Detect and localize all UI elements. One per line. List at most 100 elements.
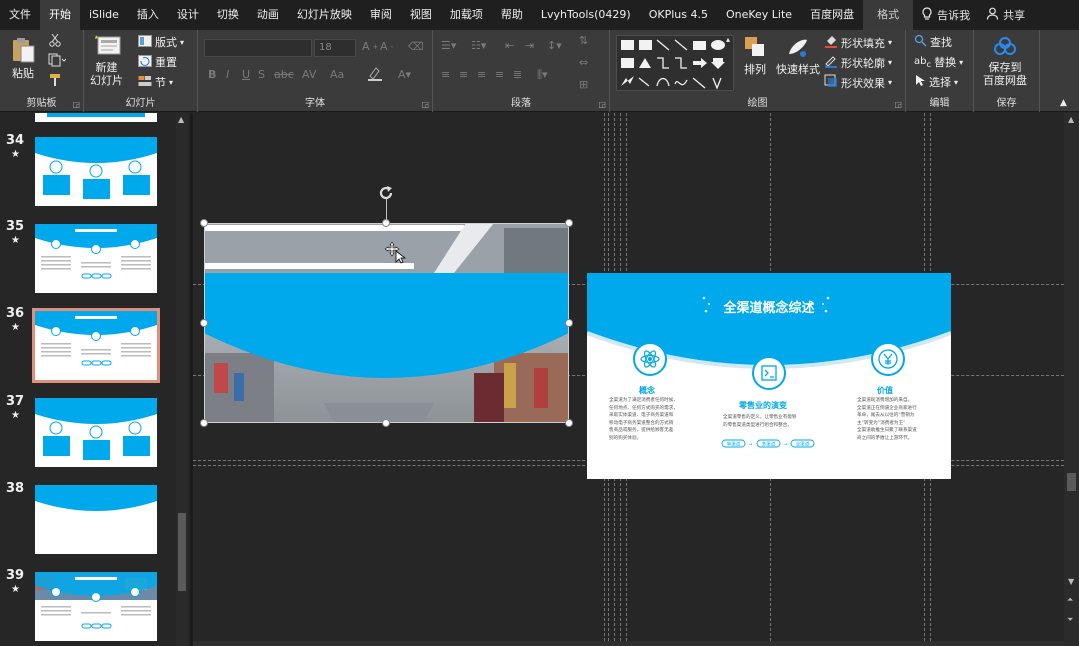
tab-okplus[interactable]: OKPlus 4.5	[640, 0, 717, 30]
arrange-icon	[742, 34, 768, 63]
resize-handle[interactable]	[200, 419, 208, 427]
thumbnail-scrollbar[interactable]: ▲	[176, 113, 188, 646]
justify-icon[interactable]: ≡	[495, 68, 504, 81]
previous-slide-icon[interactable]: ⏶	[1067, 595, 1073, 605]
tab-animations[interactable]: 动画	[248, 0, 288, 30]
shape-fill-button[interactable]: 形状填充 ▾	[824, 34, 892, 51]
tab-file[interactable]: 文件	[0, 0, 40, 30]
copy-icon[interactable]	[48, 53, 66, 67]
tab-view[interactable]: 视图	[401, 0, 441, 30]
align-left-icon[interactable]: ≡	[441, 68, 450, 81]
tab-slideshow[interactable]: 幻灯片放映	[288, 0, 361, 30]
cut-icon[interactable]	[48, 33, 62, 47]
scroll-up-icon[interactable]: ▲	[1068, 115, 1074, 124]
bullets-icon[interactable]: ☰▾	[441, 39, 456, 52]
shrink-font-icon[interactable]: A-	[380, 40, 393, 53]
increase-indent-icon[interactable]: ⇥	[525, 39, 534, 52]
tab-design[interactable]: 设计	[168, 0, 208, 30]
smartart-icon[interactable]: ⊞	[579, 78, 588, 91]
underline-icon[interactable]: U	[242, 68, 250, 81]
font-size-field[interactable]: 18	[314, 39, 356, 57]
tab-format[interactable]: 格式	[863, 0, 914, 30]
tell-me-button[interactable]: 告诉我	[913, 0, 978, 30]
share-button[interactable]: 共享	[978, 0, 1033, 30]
numbering-icon[interactable]: ☷▾	[471, 39, 486, 52]
column-text: 全渠道既消费增加的来自。 全渠道正在倒逼企业商家进行 革命，尾去从以往的“营销为…	[857, 398, 917, 441]
slide-editing-canvas[interactable]: 单渠道 多渠道 全渠道 → → 全渠道概念综述 概念 全渠道为了满足消费者任何时…	[193, 113, 1064, 641]
align-right-icon[interactable]: ≡	[477, 68, 486, 81]
canvas-horizontal-scrollbar[interactable]	[193, 641, 1064, 646]
tab-help[interactable]: 帮助	[492, 0, 532, 30]
paste-button[interactable]: 粘贴	[10, 36, 36, 80]
scroll-thumb[interactable]	[178, 513, 186, 591]
char-spacing-icon[interactable]: AV	[302, 68, 316, 81]
quick-styles-button[interactable]: 快速样式	[776, 34, 820, 76]
dialog-launcher-icon[interactable]: ◲	[894, 100, 902, 109]
decrease-indent-icon[interactable]: ⇤	[505, 39, 514, 52]
grow-font-icon[interactable]: A +	[362, 40, 378, 53]
tab-islide[interactable]: iSlide	[80, 0, 128, 30]
slide-thumbnail-38[interactable]	[35, 485, 157, 554]
resize-handle[interactable]	[382, 419, 390, 427]
dialog-launcher-icon[interactable]: ◲	[598, 100, 606, 109]
slide-thumbnail-35[interactable]	[35, 224, 157, 293]
slide-content-area[interactable]: 单渠道 多渠道 全渠道 → → 全渠道概念综述 概念 全渠道为了满足消费者任何时…	[587, 273, 951, 479]
select-button[interactable]: 选择 ▾	[914, 74, 958, 90]
slide-thumbnail-39[interactable]	[35, 572, 157, 641]
line-spacing-icon[interactable]: ↕▾	[547, 39, 562, 52]
dialog-launcher-icon[interactable]: ◲	[421, 100, 429, 109]
next-slide-icon[interactable]: ⏷	[1067, 615, 1073, 625]
highlight-color-icon[interactable]	[366, 66, 384, 82]
reset-button[interactable]: 重置	[138, 54, 177, 70]
resize-handle[interactable]	[200, 319, 208, 327]
resize-handle[interactable]	[565, 219, 573, 227]
slide-thumbnail-36[interactable]	[32, 308, 160, 383]
tab-insert[interactable]: 插入	[128, 0, 168, 30]
tab-baidu[interactable]: 百度网盘	[801, 0, 863, 30]
tab-home[interactable]: 开始	[40, 0, 80, 30]
tab-onekey[interactable]: OneKey Lite	[717, 0, 801, 30]
dialog-launcher-icon[interactable]: ◲	[72, 100, 80, 109]
resize-handle[interactable]	[565, 419, 573, 427]
find-button[interactable]: 查找	[914, 34, 952, 50]
columns-icon[interactable]: ⫼▾	[537, 68, 548, 82]
scroll-thumb[interactable]	[1067, 473, 1076, 491]
slide-thumbnail-37[interactable]	[35, 398, 157, 467]
italic-icon[interactable]: I	[226, 68, 229, 81]
layout-button[interactable]: 版式 ▾	[138, 34, 184, 50]
shadow-icon[interactable]: S	[258, 68, 265, 81]
change-case-icon[interactable]: Aa	[330, 68, 344, 81]
slide-thumbnail-partial[interactable]	[35, 113, 157, 122]
rotate-handle-icon[interactable]	[376, 183, 396, 203]
scroll-up-icon[interactable]: ▲	[178, 115, 184, 124]
canvas-vertical-scrollbar[interactable]: ▲ ▼ ⏶ ⏷	[1064, 113, 1079, 646]
bold-icon[interactable]: B	[208, 68, 216, 81]
resize-handle[interactable]	[200, 219, 208, 227]
tab-lvyhtools[interactable]: LvyhTools(0429)	[532, 0, 640, 30]
new-slide-button[interactable]: 新建 幻灯片	[90, 34, 123, 87]
tab-review[interactable]: 审阅	[361, 0, 401, 30]
resize-handle[interactable]	[565, 319, 573, 327]
gallery-scroll-icon[interactable]: ▴	[726, 35, 730, 44]
section-button[interactable]: 节 ▾	[138, 74, 173, 90]
collapse-ribbon-icon[interactable]: ▲	[1060, 98, 1067, 108]
clear-format-icon[interactable]: ⌫	[408, 40, 424, 53]
replace-button[interactable]: abc 替换 ▾	[914, 54, 963, 70]
format-painter-icon[interactable]	[48, 73, 62, 87]
strikethrough-icon[interactable]: abc	[274, 68, 294, 81]
shape-outline-button[interactable]: 形状轮廓 ▾	[824, 54, 892, 71]
align-text-icon[interactable]: ⇔	[579, 56, 588, 69]
save-baidu-button[interactable]: 保存到 百度网盘	[983, 36, 1027, 87]
font-color-icon[interactable]: A▾	[398, 68, 411, 81]
shapes-gallery[interactable]	[616, 35, 734, 91]
distribute-icon[interactable]: ≣	[513, 68, 522, 81]
scroll-down-icon[interactable]: ▼	[1068, 577, 1074, 586]
tab-addins[interactable]: 加载项	[441, 0, 492, 30]
tab-transitions[interactable]: 切换	[208, 0, 248, 30]
align-center-icon[interactable]: ≡	[459, 68, 468, 81]
arrange-button[interactable]: 排列	[742, 34, 768, 76]
font-name-field[interactable]	[204, 39, 312, 57]
shape-effects-button[interactable]: 形状效果 ▾	[824, 74, 892, 91]
text-direction-icon[interactable]: ⇅	[579, 34, 588, 47]
slide-thumbnail-34[interactable]	[35, 137, 157, 206]
